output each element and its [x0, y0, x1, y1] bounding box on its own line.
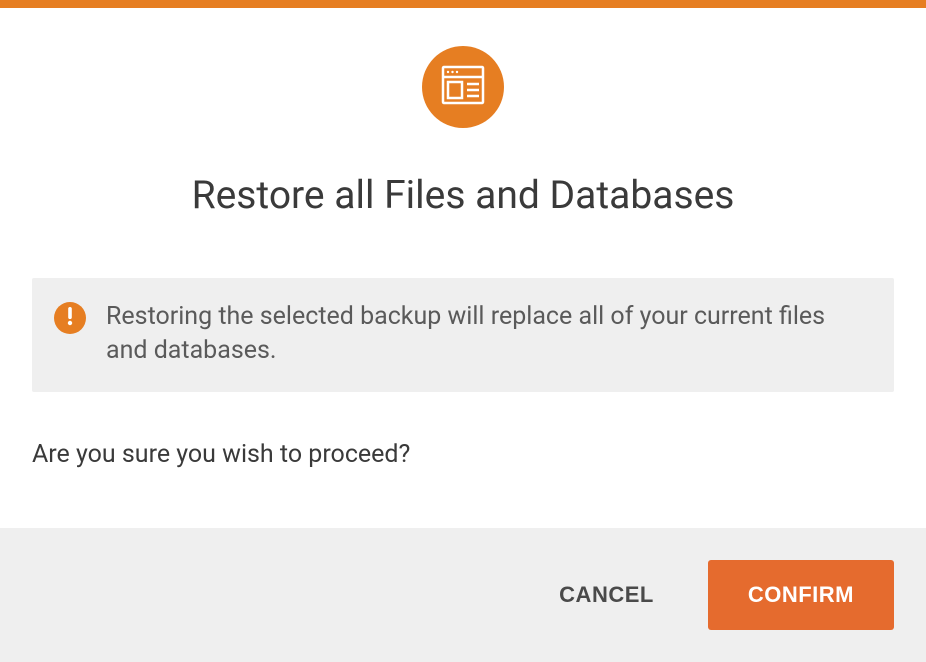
warning-box: Restoring the selected backup will repla… [32, 278, 894, 392]
dialog-title: Restore all Files and Databases [0, 172, 926, 218]
warning-icon-circle [54, 302, 86, 334]
cancel-button[interactable]: CANCEL [551, 566, 662, 624]
dialog-top-accent-bar [0, 0, 926, 8]
warning-message: Restoring the selected backup will repla… [106, 300, 866, 368]
header-icon-circle [422, 46, 504, 128]
exclamation-icon [66, 306, 74, 330]
browser-window-icon [441, 65, 485, 109]
header-icon-wrapper [0, 46, 926, 128]
dialog-footer: CANCEL CONFIRM [0, 528, 926, 662]
dialog-content: Restore all Files and Databases Restorin… [0, 8, 926, 662]
confirmation-prompt: Are you sure you wish to proceed? [32, 440, 894, 469]
confirm-button[interactable]: CONFIRM [708, 560, 894, 630]
spacer [0, 469, 926, 529]
